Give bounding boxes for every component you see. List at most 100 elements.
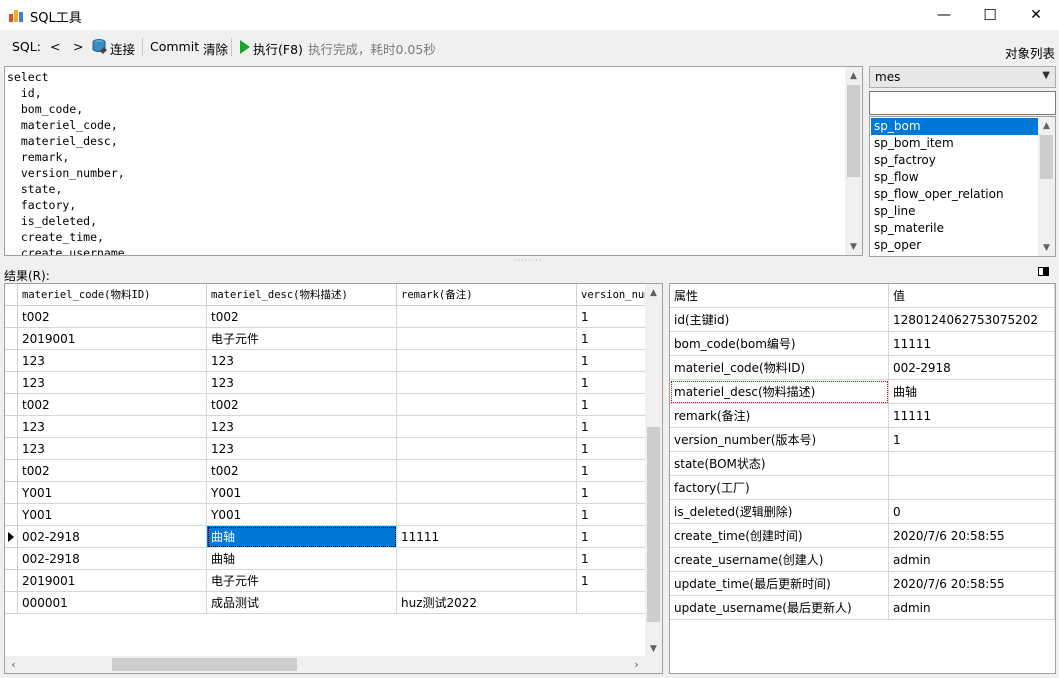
object-list-scrollbar[interactable]: ▲ ▼ bbox=[1038, 117, 1055, 256]
property-name[interactable]: materiel_desc(物料描述) bbox=[670, 380, 889, 404]
table-cell[interactable] bbox=[397, 372, 577, 394]
row-header[interactable] bbox=[5, 548, 18, 570]
property-header-name[interactable]: 属性 bbox=[670, 284, 889, 308]
property-name[interactable]: update_username(最后更新人) bbox=[670, 596, 889, 620]
row-header[interactable] bbox=[5, 438, 18, 460]
grid-vertical-scrollbar[interactable]: ▲ ▼ bbox=[645, 284, 662, 673]
horizontal-splitter[interactable]: ········ bbox=[514, 256, 542, 265]
table-cell[interactable]: 1 bbox=[577, 570, 647, 592]
object-list-item[interactable]: sp_line bbox=[871, 203, 1038, 220]
table-cell[interactable]: 电子元件 bbox=[207, 328, 397, 350]
row-header[interactable] bbox=[5, 394, 18, 416]
property-value[interactable]: admin bbox=[889, 548, 1055, 572]
table-cell[interactable] bbox=[397, 328, 577, 350]
row-header[interactable] bbox=[5, 460, 18, 482]
row-header[interactable] bbox=[5, 482, 18, 504]
property-name[interactable]: create_time(创建时间) bbox=[670, 524, 889, 548]
property-value[interactable] bbox=[889, 476, 1055, 500]
property-value[interactable] bbox=[889, 452, 1055, 476]
column-header[interactable]: materiel_desc(物料描述) bbox=[207, 284, 397, 306]
property-value[interactable]: 2020/7/6 20:58:55 bbox=[889, 524, 1055, 548]
scroll-thumb[interactable] bbox=[847, 85, 860, 177]
result-grid[interactable]: materiel_code(物料ID) materiel_desc(物料描述) re… bbox=[4, 283, 663, 674]
table-cell[interactable]: 000001 bbox=[18, 592, 207, 614]
scroll-left-icon[interactable]: ‹ bbox=[5, 656, 22, 673]
table-cell[interactable]: 123 bbox=[18, 416, 207, 438]
column-header[interactable]: materiel_code(物料ID) bbox=[18, 284, 207, 306]
panel-toggle-icon[interactable] bbox=[1038, 267, 1049, 276]
table-cell[interactable] bbox=[397, 438, 577, 460]
scroll-up-icon[interactable]: ▲ bbox=[845, 67, 862, 84]
property-name[interactable]: materiel_code(物料ID) bbox=[670, 356, 889, 380]
table-cell[interactable]: t002 bbox=[18, 460, 207, 482]
table-cell[interactable]: 1 bbox=[577, 482, 647, 504]
table-cell[interactable]: 123 bbox=[18, 438, 207, 460]
table-cell[interactable]: Y001 bbox=[207, 482, 397, 504]
table-cell[interactable]: 1 bbox=[577, 548, 647, 570]
property-value[interactable]: 1 bbox=[889, 428, 1055, 452]
minimize-button[interactable]: — bbox=[921, 0, 967, 30]
object-list-item[interactable]: sp_bom bbox=[871, 118, 1038, 135]
next-sql-button[interactable]: > bbox=[73, 39, 83, 54]
property-name[interactable]: version_number(版本号) bbox=[670, 428, 889, 452]
row-header[interactable] bbox=[5, 306, 18, 328]
property-name[interactable]: update_time(最后更新时间) bbox=[670, 572, 889, 596]
table-cell[interactable]: t002 bbox=[18, 306, 207, 328]
table-cell[interactable] bbox=[397, 350, 577, 372]
table-cell[interactable]: t002 bbox=[207, 306, 397, 328]
table-cell[interactable]: 2019001 bbox=[18, 570, 207, 592]
table-cell[interactable]: 曲轴 bbox=[207, 526, 397, 548]
table-cell[interactable] bbox=[397, 482, 577, 504]
row-header[interactable] bbox=[5, 504, 18, 526]
property-value[interactable]: 11111 bbox=[889, 332, 1055, 356]
connect-button[interactable]: 连接 bbox=[110, 39, 135, 58]
object-list-item[interactable]: sp_bom_item bbox=[871, 135, 1038, 152]
close-button[interactable]: ✕ bbox=[1013, 0, 1059, 30]
table-cell[interactable]: 1 bbox=[577, 394, 647, 416]
object-list-item[interactable]: sp_flow_oper_relation bbox=[871, 186, 1038, 203]
object-list-item[interactable]: sp_oper bbox=[871, 237, 1038, 254]
row-header[interactable] bbox=[5, 372, 18, 394]
table-cell[interactable]: 1 bbox=[577, 526, 647, 548]
sql-editor[interactable]: select id, bom_code, materiel_code, mate… bbox=[4, 66, 863, 256]
table-cell[interactable]: 123 bbox=[18, 372, 207, 394]
table-cell[interactable] bbox=[397, 570, 577, 592]
table-cell[interactable]: t002 bbox=[207, 394, 397, 416]
table-cell[interactable] bbox=[397, 504, 577, 526]
object-filter-input[interactable] bbox=[869, 91, 1056, 115]
table-cell[interactable]: 1 bbox=[577, 416, 647, 438]
execute-button[interactable]: 执行(F8) bbox=[253, 39, 303, 58]
property-value[interactable]: 2020/7/6 20:58:55 bbox=[889, 572, 1055, 596]
property-value[interactable]: 1280124062753075202 bbox=[889, 308, 1055, 332]
scroll-thumb[interactable] bbox=[647, 427, 660, 622]
table-cell[interactable]: 002-2918 bbox=[18, 548, 207, 570]
table-cell[interactable]: 1 bbox=[577, 350, 647, 372]
table-cell[interactable]: 1 bbox=[577, 438, 647, 460]
column-header[interactable]: remark(备注) bbox=[397, 284, 577, 306]
table-cell[interactable]: Y001 bbox=[18, 504, 207, 526]
table-cell[interactable]: Y001 bbox=[207, 504, 397, 526]
table-cell[interactable]: 1 bbox=[577, 328, 647, 350]
property-name[interactable]: create_username(创建人) bbox=[670, 548, 889, 572]
table-cell[interactable]: 11111 bbox=[397, 526, 577, 548]
scroll-down-icon[interactable]: ▼ bbox=[845, 238, 862, 255]
table-cell[interactable]: 123 bbox=[207, 416, 397, 438]
row-header[interactable] bbox=[5, 526, 18, 548]
property-name[interactable]: state(BOM状态) bbox=[670, 452, 889, 476]
maximize-button[interactable]: ☐ bbox=[967, 0, 1013, 30]
table-cell[interactable]: 2019001 bbox=[18, 328, 207, 350]
column-header[interactable]: version_num bbox=[577, 284, 647, 306]
property-name[interactable]: remark(备注) bbox=[670, 404, 889, 428]
property-name[interactable]: id(主键id) bbox=[670, 308, 889, 332]
table-cell[interactable] bbox=[397, 416, 577, 438]
table-cell[interactable]: 曲轴 bbox=[207, 548, 397, 570]
table-cell[interactable]: huz测试2022 bbox=[397, 592, 577, 614]
scroll-up-icon[interactable]: ▲ bbox=[645, 284, 662, 301]
table-cell[interactable] bbox=[397, 548, 577, 570]
table-cell[interactable] bbox=[397, 306, 577, 328]
prev-sql-button[interactable]: < bbox=[50, 39, 60, 54]
property-value[interactable]: admin bbox=[889, 596, 1055, 620]
table-cell[interactable]: 1 bbox=[577, 504, 647, 526]
property-value[interactable]: 11111 bbox=[889, 404, 1055, 428]
table-cell[interactable]: 123 bbox=[207, 350, 397, 372]
